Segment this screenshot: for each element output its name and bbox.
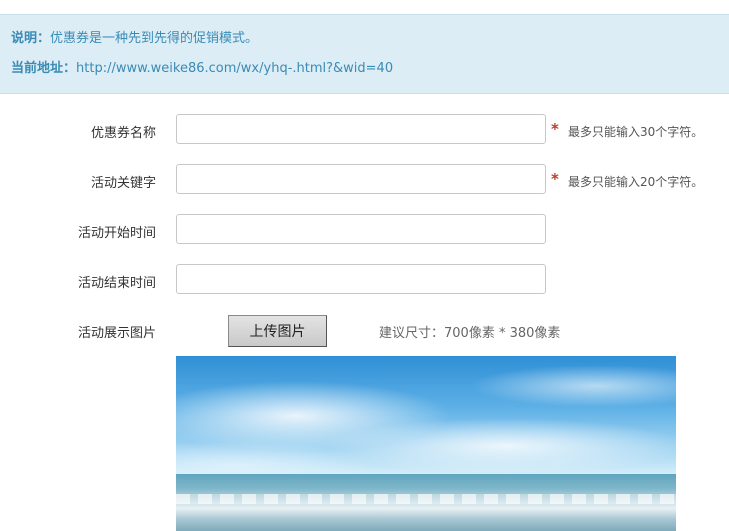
address-url[interactable]: http://www.weike86.com/wx/yhq-.html?&wid… [76,61,393,76]
keyword-label: 活动关键字 [90,176,156,191]
info-panel: 说明：优惠券是一种先到先得的促销模式。 当前地址：http://www.weik… [0,14,729,94]
coupon-name-label: 优惠券名称 [90,126,156,141]
start-time-input[interactable] [176,214,546,244]
address-row: 当前地址：http://www.weike86.com/wx/yhq-.html… [11,57,393,76]
coupon-name-input[interactable] [176,114,546,144]
keyword-required-mark: * [551,170,559,188]
end-time-input[interactable] [176,264,546,294]
description-text: 优惠券是一种先到先得的促销模式。 [50,31,259,46]
coupon-name-required-mark: * [551,120,559,138]
description-row: 说明：优惠券是一种先到先得的促销模式。 [11,27,258,46]
coupon-edit-page: 说明：优惠券是一种先到先得的促销模式。 当前地址：http://www.weik… [0,0,729,531]
upload-image-button[interactable]: 上传图片 [228,315,327,347]
description-label: 说明： [11,31,51,46]
preview-image [176,356,676,531]
keyword-input[interactable] [176,164,546,194]
image-size-hint: 建议尺寸：700像素 * 380像素 [379,326,561,341]
display-image-label: 活动展示图片 [77,326,156,341]
coupon-name-hint: 最多只能输入30个字符。 [568,125,704,139]
keyword-hint: 最多只能输入20个字符。 [568,175,704,189]
address-label: 当前地址： [11,61,77,76]
start-time-label: 活动开始时间 [77,226,156,241]
end-time-label: 活动结束时间 [77,276,156,291]
preview-waves [176,494,676,504]
